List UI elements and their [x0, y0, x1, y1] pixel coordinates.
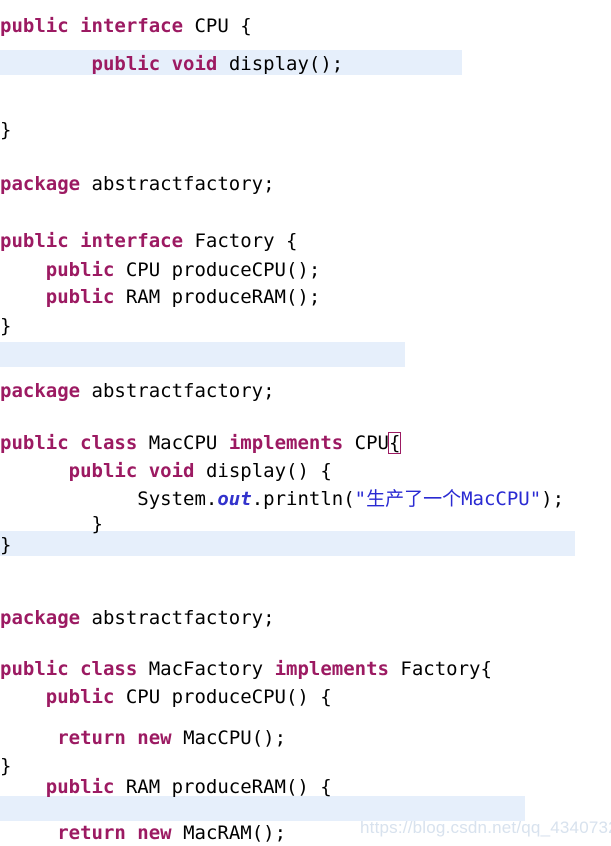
code-token: CPU [343, 432, 389, 454]
matching-brace-highlight: { [387, 432, 402, 454]
code-token: RAM produceRAM() { [114, 776, 332, 798]
code-line: public interface CPU { [0, 14, 611, 39]
code-line: public RAM produceRAM() { [0, 775, 611, 800]
code-token: public [0, 432, 69, 454]
code-token: out [217, 488, 252, 510]
code-token: MacRAM(); [171, 822, 287, 844]
code-token: } [0, 755, 12, 777]
csdn-watermark: https://blog.csdn.net/qq_43407321 [360, 818, 611, 837]
code-token: CPU produceCPU() { [114, 686, 332, 708]
code-token: MacCPU(); [171, 727, 287, 749]
code-token: public [45, 286, 115, 308]
code-token: abstractfactory; [80, 173, 275, 195]
code-token: public [0, 658, 69, 680]
code-token: interface [80, 230, 184, 252]
code-token: class [80, 658, 138, 680]
code-line: package abstractfactory; [0, 379, 611, 404]
code-line: return new MacCPU(); [0, 726, 611, 751]
code-token: } [0, 315, 12, 337]
code-line: package abstractfactory; [0, 606, 611, 631]
code-token: new [137, 727, 172, 749]
code-token: System. [137, 488, 218, 510]
code-token: public [45, 686, 115, 708]
code-token: void [171, 53, 218, 75]
code-token: implements [274, 658, 389, 680]
code-token: RAM produceRAM(); [114, 286, 321, 308]
code-token: public [0, 230, 69, 252]
code-token: return [57, 822, 126, 844]
code-line: public class MacFactory implements Facto… [0, 657, 611, 682]
code-token: display() { [194, 460, 332, 482]
code-token: void [148, 460, 195, 482]
code-token: } [0, 534, 12, 556]
code-line: } [0, 314, 611, 339]
code-line: } [0, 533, 611, 558]
code-screenshot-view: public interface CPU { public void displ… [0, 0, 611, 846]
code-token: Factory { [183, 230, 298, 252]
code-line: public CPU produceCPU() { [0, 685, 611, 710]
code-token: "生产了一个MacCPU" [354, 488, 542, 510]
code-token: class [80, 432, 138, 454]
code-token: package [0, 607, 81, 629]
code-token: CPU { [183, 15, 252, 37]
code-token: Factory{ [388, 658, 492, 680]
code-token: package [0, 173, 81, 195]
code-line: public class MacCPU implements CPU{ [0, 431, 611, 456]
code-token: package [0, 380, 81, 402]
code-token: interface [80, 15, 184, 37]
code-token: implements [228, 432, 344, 454]
code-line: } [0, 118, 611, 143]
code-token: MacCPU [137, 432, 229, 454]
code-token: new [137, 822, 172, 844]
code-line: public RAM produceRAM(); [0, 285, 611, 310]
code-token: .println( [251, 488, 355, 510]
code-token: MacFactory [137, 658, 275, 680]
code-line: public CPU produceCPU(); [0, 258, 611, 283]
code-token: public [45, 259, 115, 281]
code-line: public interface Factory { [0, 229, 611, 254]
code-token: abstractfactory; [80, 607, 275, 629]
code-token: return [57, 727, 126, 749]
code-token: abstractfactory; [80, 380, 275, 402]
code-token: display(); [217, 53, 344, 75]
code-token: CPU produceCPU(); [114, 259, 321, 281]
code-line: System.out.println("生产了一个MacCPU"); [0, 487, 611, 512]
highlight-blank-after-factory [0, 342, 405, 367]
code-token: public [68, 460, 138, 482]
code-token: public [91, 53, 161, 75]
code-token: } [0, 513, 103, 535]
code-line: package abstractfactory; [0, 172, 611, 197]
code-token: public [0, 15, 69, 37]
code-token: public [45, 776, 115, 798]
code-line: public void display() { [0, 459, 611, 484]
code-line: public void display(); [0, 52, 611, 77]
code-token: ); [541, 488, 565, 510]
code-token: } [0, 119, 12, 141]
